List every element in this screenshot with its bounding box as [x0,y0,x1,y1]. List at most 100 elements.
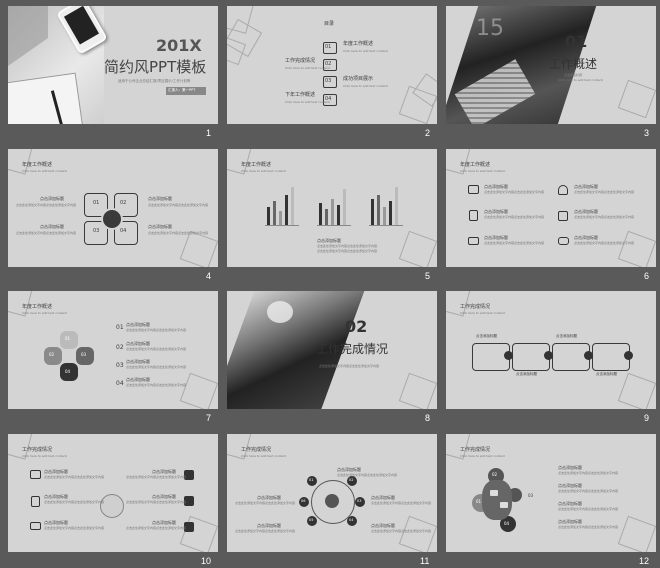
item-body: 点击此处添加文字内容点击此处添加文字内容 [126,475,187,479]
smiley-icon [558,211,568,221]
slide-subheading: Click here to add text content [460,169,505,173]
list-number: 01 [116,324,124,331]
toc-label: 下年工作概述 [285,92,316,98]
item-body: 点击此处添加文字内容点击此处添加文字内容 [558,525,619,529]
section-title: 工作概述 [549,57,598,71]
bar-group-1 [265,185,299,226]
item-body: 点击此处添加文字内容点击此处添加文字内容 [574,215,635,219]
radio-icon [490,490,498,496]
laptop-icon [468,237,479,245]
slide-subheading: Click here to add text content [241,454,286,458]
slide-thumb-12[interactable]: 工作完成情况 Click here to add text content 02… [446,434,656,552]
slide-heading: 工作完成情况 [460,447,491,453]
bulb-icon [544,351,553,360]
toc-caption: Click here to add text content [343,84,388,88]
bar [377,195,380,225]
deco-square [398,372,437,409]
reporter-text: 汇报人：第一PPT [168,88,196,92]
item-body: 点击此处添加文字内容点击此处添加文字内容 [44,500,105,504]
bar [337,205,340,225]
bar [319,203,322,225]
item-body: 点击此处添加文字内容点击此处添加文字内容 [126,500,187,504]
section-number: 02 [345,317,368,336]
item-title: 点击添加标题 [44,494,68,499]
slide-subheading: Click here to add text content [460,454,505,458]
deco-square [617,515,656,552]
step-title: 点击添加标题 [516,372,537,376]
subtitle-text: 适用于公司企业总结汇报/项目展示/工作计划等 [118,79,191,83]
slide-subheading: Click here to add text content [22,311,67,315]
section-caption: 点击此处添加文字内容点击此处添加文字内容 [319,364,380,368]
slide-thumb-5[interactable]: 年度工作概述 Click here to add text content 点击… [227,149,437,267]
petal-number: 04 [65,369,71,374]
section-number: 01 [565,32,588,51]
toc-number: 03 [325,78,332,84]
slide-thumb-7[interactable]: 年度工作概述 Click here to add text content 01… [8,291,218,409]
slide-heading: 工作完成情况 [22,447,53,453]
step-title: 点击添加标题 [476,334,497,338]
deco-square [617,79,656,119]
item-title: 点击添加标题 [558,501,582,506]
bar-group-2 [317,185,351,226]
item-title: 点击添加标题 [484,184,508,189]
item-body: 点击此处添加文字内容点击此处添加文字内容 [558,471,619,475]
slide-thumb-2[interactable]: 目录 01 年度工作概述 02 工作完成情况 03 成功项目展示 04 下年工作… [227,6,437,124]
gamepad-icon [558,237,569,245]
slide-thumb-3[interactable]: 15 01 工作概述 点击添加标题 Click here to add text… [446,6,656,124]
section-caption: 点击添加标题 [564,73,583,77]
mug-image [267,301,293,323]
notebook-image [8,72,84,124]
item-title: 点击添加标题 [126,341,150,346]
section-caption: Click here to add text content [558,78,603,82]
petal-number: 01 [65,336,71,341]
node-number: 04 [349,518,354,522]
slide-number-8: 8 [425,413,431,423]
slide-thumb-11[interactable]: 工作完成情况 Click here to add text content 01… [227,434,437,552]
item-body: 点击此处添加文字内容点击此处添加文字内容 [126,328,187,332]
item-title: 点击添加标题 [558,519,582,524]
node-number: 06 [301,499,306,503]
item-body: 点击此处添加文字内容点击此处添加文字内容 [574,241,635,245]
bar [389,201,392,225]
slide-thumb-4[interactable]: 年度工作概述 Click here to add text content 01… [8,149,218,267]
slide-subheading: Click here to add text content [22,454,67,458]
cell-number: 02 [120,200,127,206]
item-body: 点击此处添加文字内容点击此处添加文字内容 [337,473,398,477]
list-number: 02 [116,344,124,351]
chart-caption-title: 点击添加标题 [317,238,341,243]
item-title: 点击添加标题 [152,494,176,499]
bar [267,207,270,225]
slide-number-11: 11 [420,556,430,566]
item-title: 点击添加标题 [484,209,508,214]
item-body: 点击此处添加文字内容点击此处添加文字内容 [574,190,635,194]
slide-thumb-8[interactable]: 02 工作完成情况 点击此处添加文字内容点击此处添加文字内容 [227,291,437,409]
title-text: 简约风PPT模板 [104,58,207,76]
slide-thumb-1[interactable]: 201X 简约风PPT模板 适用于公司企业总结汇报/项目展示/工作计划等 汇报人… [8,6,218,124]
people-icon [101,208,123,230]
slide-thumb-6[interactable]: 年度工作概述 Click here to add text content 点击… [446,149,656,267]
slide-heading: 年度工作概述 [22,162,53,168]
step-title: 点击添加标题 [596,372,617,376]
item-title: 点击添加标题 [337,467,361,472]
bar [395,187,398,225]
section-title: 工作完成情况 [316,342,389,356]
slide-thumb-10[interactable]: 工作完成情况 Click here to add text content 点击… [8,434,218,552]
bubble-number: 04 [504,521,510,526]
item-body: 点击此处添加文字内容点击此处添加文字内容 [126,365,187,369]
slide-number-6: 6 [644,271,650,281]
toc-label: 工作完成情况 [285,58,316,64]
slide-thumb-9[interactable]: 工作完成情况 Click here to add text content 点击… [446,291,656,409]
cell-number: 03 [93,228,100,234]
item-title: 点击添加标题 [152,469,176,474]
slide-number-5: 5 [425,271,431,281]
item-title: 点击添加标题 [574,235,598,240]
deco-square [398,230,437,267]
tablet-icon [31,496,40,507]
slide-heading: 工作完成情况 [460,304,491,310]
item-body: 点击此处添加文字内容点击此处添加文字内容 [148,231,209,235]
item-title: 点击添加标题 [126,322,150,327]
item-body: 点击此处添加文字内容点击此处添加文字内容 [126,383,187,387]
item-title: 点击添加标题 [126,377,150,382]
toc-heading: 目录 [324,21,335,27]
slide-subheading: Click here to add text content [22,169,67,173]
